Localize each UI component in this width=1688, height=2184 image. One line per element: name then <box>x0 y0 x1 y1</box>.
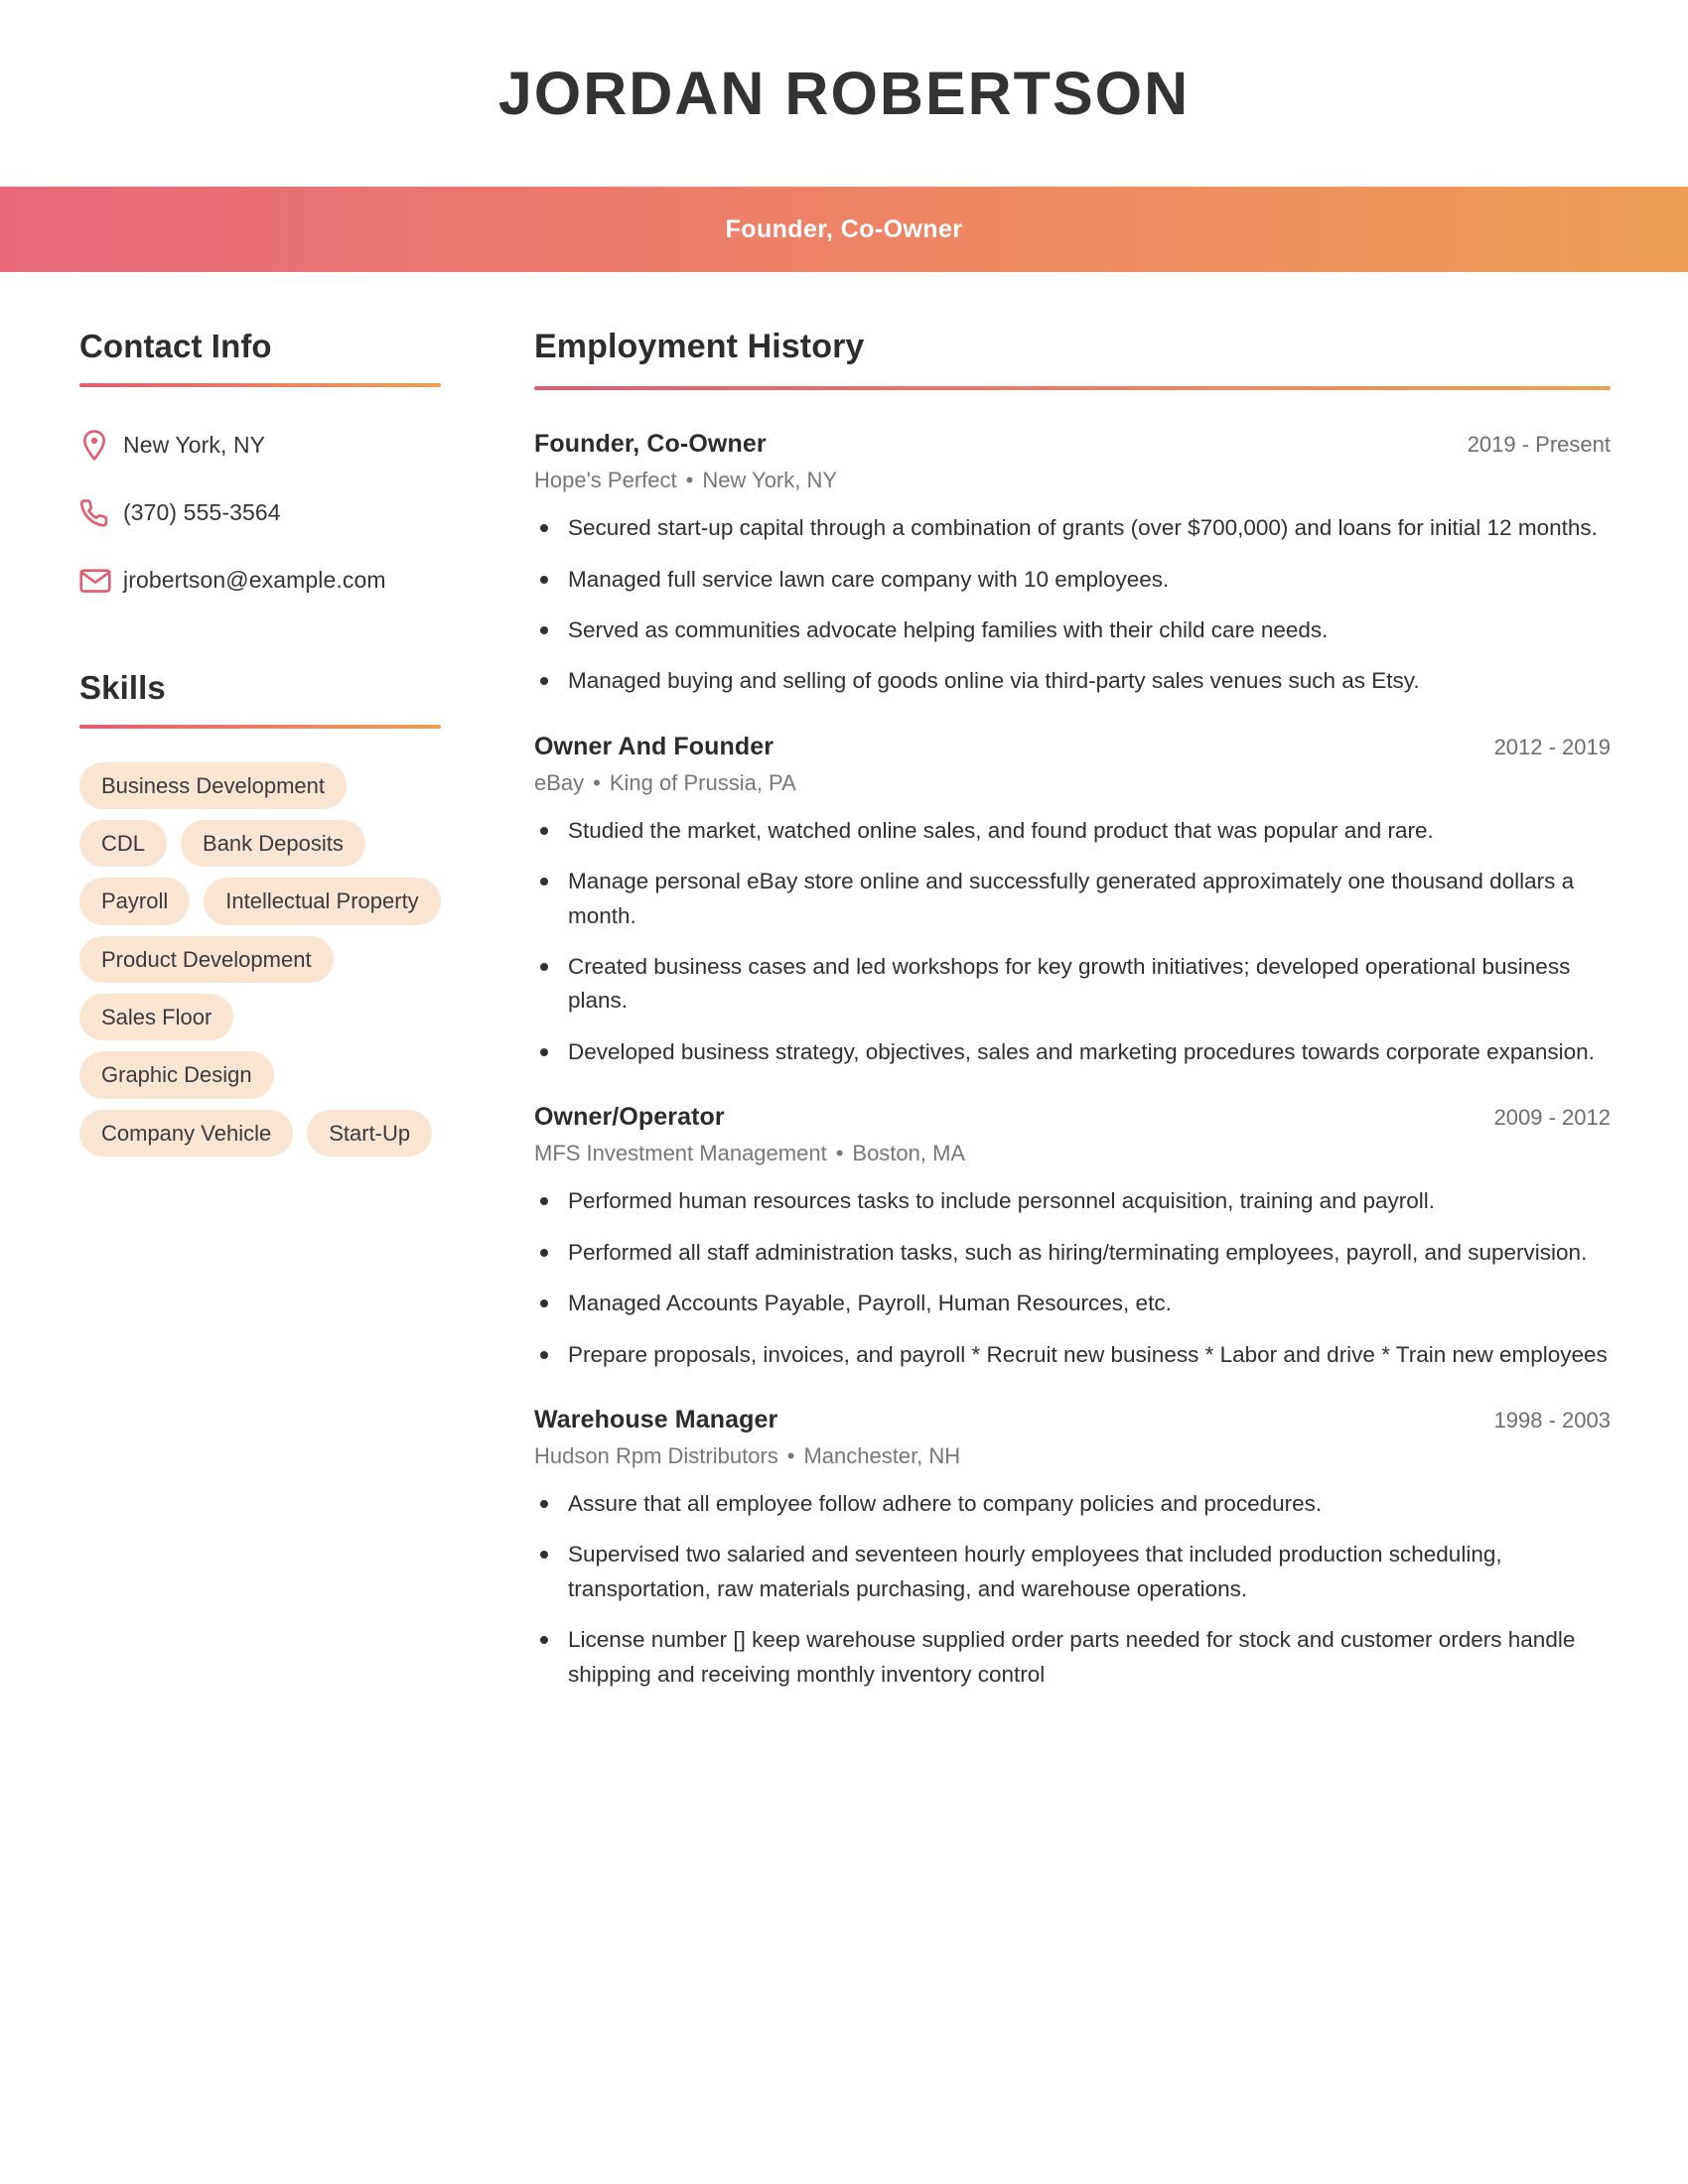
skills-heading: Skills <box>79 668 166 706</box>
job-bullet-list: Assure that all employee follow adhere t… <box>534 1487 1611 1692</box>
job-role: Founder, Co-Owner <box>534 430 767 459</box>
contact-value: New York, NY <box>123 432 266 459</box>
job-entry: Owner And Founder 2012 - 2019 eBay • King of… <box>534 733 1611 1070</box>
job-bullet: Prepare proposals, invoices, and payroll… <box>534 1338 1611 1372</box>
job-dates: 2012 - 2019 <box>1493 734 1611 759</box>
meta-separator: • <box>593 769 601 795</box>
job-bullet-list: Performed human resources tasks to inclu… <box>534 1184 1611 1372</box>
skill-tag: Intellectual Property <box>204 878 441 925</box>
contact-value: jrobertson@example.com <box>123 567 386 594</box>
job-bullet: Manage personal eBay store online and su… <box>534 865 1611 933</box>
job-bullet: Performed all staff administration tasks… <box>534 1236 1611 1270</box>
section-divider <box>79 382 441 387</box>
skill-tag: Graphic Design <box>79 1051 274 1099</box>
job-header: Warehouse Manager 1998 - 2003 <box>534 1406 1611 1434</box>
job-bullet: Secured start-up capital through a combi… <box>534 511 1611 545</box>
job-bullet: License number [] keep warehouse supplie… <box>534 1623 1611 1692</box>
location-pin-icon <box>79 429 123 463</box>
skill-tag: Start-Up <box>307 1109 433 1157</box>
contact-row[interactable]: jrobertson@example.com <box>79 554 441 608</box>
job-company: MFS Investment Management <box>534 1141 827 1166</box>
job-bullet-list: Studied the market, watched online sales… <box>534 814 1611 1070</box>
job-meta: Hudson Rpm Distributors • Manchester, NH <box>534 1443 1611 1469</box>
job-dates: 1998 - 2003 <box>1493 1408 1611 1433</box>
job-bullet: Studied the market, watched online sales… <box>534 814 1611 848</box>
job-location: Manchester, NH <box>803 1443 961 1468</box>
job-company: Hudson Rpm Distributors <box>534 1443 778 1468</box>
job-title-band: Founder, Co-Owner <box>0 187 1688 272</box>
contact-info-heading: Contact Info <box>79 328 272 364</box>
job-list: Founder, Co-Owner 2019 - Present Hope's Pe… <box>534 430 1611 1692</box>
job-header: Founder, Co-Owner 2019 - Present <box>534 430 1611 459</box>
employment-history-section: Employment History Founder, Co-Owner 2019… <box>534 328 1611 1692</box>
envelope-icon <box>79 568 123 594</box>
section-divider <box>79 724 441 729</box>
job-bullet-list: Secured start-up capital through a combi… <box>534 511 1611 699</box>
job-bullet: Created business cases and led workshops… <box>534 950 1611 1019</box>
job-company: eBay <box>534 769 585 795</box>
job-bullet: Managed full service lawn care company w… <box>534 563 1611 597</box>
contact-info-section: Contact Info New York, NY (370) 555-3564 j… <box>79 328 441 608</box>
section-divider <box>534 386 1611 391</box>
resume-page: JORDAN ROBERTSON Founder, Co-Owner Conta… <box>0 0 1688 2184</box>
job-header: Owner/Operator 2009 - 2012 <box>534 1103 1611 1132</box>
job-meta: Hope's Perfect • New York, NY <box>534 468 1611 493</box>
job-location: New York, NY <box>702 468 838 493</box>
job-role: Warehouse Manager <box>534 1406 778 1433</box>
job-bullet: Supervised two salaried and seventeen ho… <box>534 1538 1611 1606</box>
skill-tag-list: Business Development CDL Bank Deposits Payr… <box>79 761 441 1157</box>
resume-header: JORDAN ROBERTSON <box>0 0 1688 187</box>
job-entry: Founder, Co-Owner 2019 - Present Hope's Pe… <box>534 430 1611 699</box>
skill-tag: Payroll <box>79 878 191 925</box>
job-location: Boston, MA <box>852 1141 966 1166</box>
job-bullet: Managed buying and selling of goods onli… <box>534 664 1611 698</box>
skill-tag: CDL <box>79 820 168 868</box>
meta-separator: • <box>685 468 694 493</box>
job-bullet: Served as communities advocate helping f… <box>534 614 1611 647</box>
phone-icon <box>79 498 123 528</box>
job-dates: 2019 - Present <box>1467 432 1611 458</box>
job-meta: eBay • King of Prussia, PA <box>534 770 1611 796</box>
job-bullet: Assure that all employee follow adhere t… <box>534 1487 1611 1521</box>
contact-row[interactable]: New York, NY <box>79 419 441 473</box>
job-role: Owner And Founder <box>534 732 774 760</box>
employment-history-heading: Employment History <box>534 328 865 365</box>
job-location: King of Prussia, PA <box>609 769 796 795</box>
skill-tag: Business Development <box>79 761 348 810</box>
skills-section: Skills Business Development CDL Bank Depos… <box>79 669 441 1157</box>
job-role: Owner/Operator <box>534 1103 725 1132</box>
skill-tag: Product Development <box>79 935 334 984</box>
contact-list: New York, NY (370) 555-3564 jrobertson@exa… <box>79 419 441 608</box>
main-column: Employment History Founder, Co-Owner 2019… <box>467 328 1688 1725</box>
job-bullet: Managed Accounts Payable, Payroll, Human… <box>534 1287 1611 1320</box>
job-company: Hope's Perfect <box>534 468 677 493</box>
skill-tag: Company Vehicle <box>79 1109 294 1157</box>
resume-body: Contact Info New York, NY (370) 555-3564 j… <box>0 272 1688 1725</box>
contact-value: (370) 555-3564 <box>123 499 281 526</box>
job-bullet: Performed human resources tasks to inclu… <box>534 1184 1611 1218</box>
skill-tag: Sales Floor <box>79 994 234 1041</box>
meta-separator: • <box>835 1141 844 1166</box>
job-dates: 2009 - 2012 <box>1493 1105 1611 1131</box>
page-title: JORDAN ROBERTSON <box>497 59 1191 127</box>
job-entry: Warehouse Manager 1998 - 2003 Hudson Rpm D… <box>534 1406 1611 1692</box>
job-entry: Owner/Operator 2009 - 2012 MFS Investment … <box>534 1103 1611 1372</box>
job-bullet: Developed business strategy, objectives,… <box>534 1035 1611 1069</box>
sidebar: Contact Info New York, NY (370) 555-3564 j… <box>0 328 467 1157</box>
skill-tag: Bank Deposits <box>181 820 365 868</box>
headline-job-title: Founder, Co-Owner <box>725 214 963 243</box>
contact-row[interactable]: (370) 555-3564 <box>79 486 441 540</box>
meta-separator: • <box>786 1443 795 1468</box>
job-meta: MFS Investment Management • Boston, MA <box>534 1141 1611 1166</box>
job-header: Owner And Founder 2012 - 2019 <box>534 733 1611 761</box>
